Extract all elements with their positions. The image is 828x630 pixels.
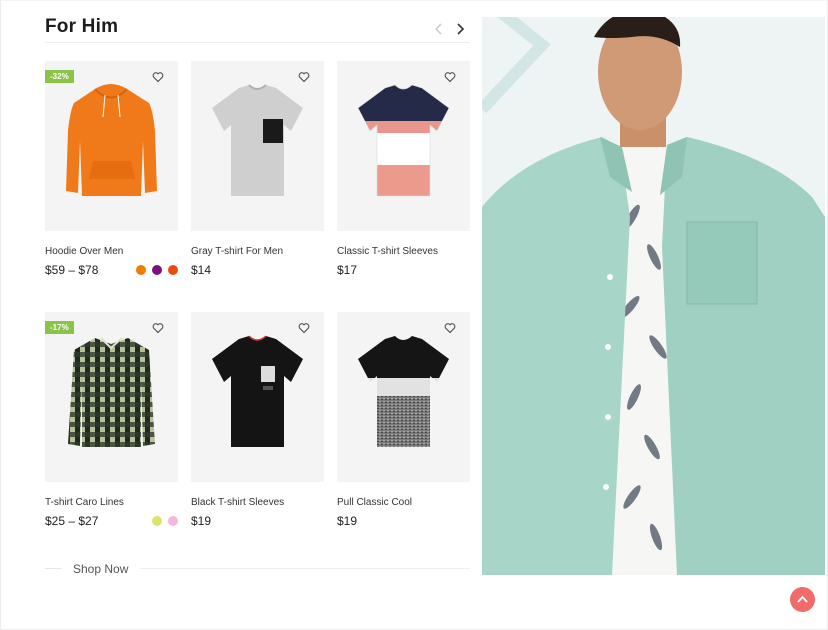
- product-price: $14: [191, 263, 212, 277]
- section-title: For Him: [45, 16, 119, 37]
- heart-icon[interactable]: [298, 322, 310, 334]
- chevron-left-icon[interactable]: [430, 20, 448, 38]
- color-swatch-pink[interactable]: [168, 516, 178, 526]
- heart-icon[interactable]: [152, 322, 164, 334]
- product-name[interactable]: Black T-shirt Sleeves: [191, 497, 284, 508]
- banner-image[interactable]: [482, 17, 825, 575]
- shop-now-divider-left: [45, 568, 62, 569]
- discount-badge: -17%: [45, 321, 74, 334]
- product-image[interactable]: -17%: [45, 312, 178, 482]
- heart-icon[interactable]: [444, 71, 456, 83]
- scroll-to-top-button[interactable]: [790, 587, 815, 612]
- product-price: $25 – $27: [45, 514, 99, 528]
- color-swatch-lime[interactable]: [152, 516, 162, 526]
- product-image[interactable]: [337, 312, 470, 482]
- product-name[interactable]: Classic T-shirt Sleeves: [337, 246, 438, 257]
- heart-icon[interactable]: [298, 71, 310, 83]
- product-name[interactable]: Pull Classic Cool: [337, 497, 412, 508]
- product-name[interactable]: T-shirt Caro Lines: [45, 497, 124, 508]
- shop-now-divider-right: [140, 568, 470, 569]
- color-swatches: [152, 516, 178, 526]
- discount-badge: -32%: [45, 70, 74, 83]
- product-name[interactable]: Gray T-shirt For Men: [191, 246, 283, 257]
- title-divider: [45, 42, 470, 43]
- product-price: $19: [337, 514, 358, 528]
- color-swatch-orange[interactable]: [136, 265, 146, 275]
- product-price: $17: [337, 263, 358, 277]
- product-name[interactable]: Hoodie Over Men: [45, 246, 123, 257]
- shop-now-link[interactable]: Shop Now: [73, 562, 128, 576]
- product-image[interactable]: -32%: [45, 61, 178, 231]
- product-price: $19: [191, 514, 212, 528]
- product-image[interactable]: [191, 312, 324, 482]
- heart-icon[interactable]: [444, 322, 456, 334]
- heart-icon[interactable]: [152, 71, 164, 83]
- product-image[interactable]: [191, 61, 324, 231]
- product-image[interactable]: [337, 61, 470, 231]
- color-swatch-purple[interactable]: [152, 265, 162, 275]
- chevron-up-icon: [797, 595, 808, 603]
- color-swatch-red[interactable]: [168, 265, 178, 275]
- product-price: $59 – $78: [45, 263, 99, 277]
- color-swatches: [136, 265, 178, 275]
- chevron-right-icon[interactable]: [451, 20, 469, 38]
